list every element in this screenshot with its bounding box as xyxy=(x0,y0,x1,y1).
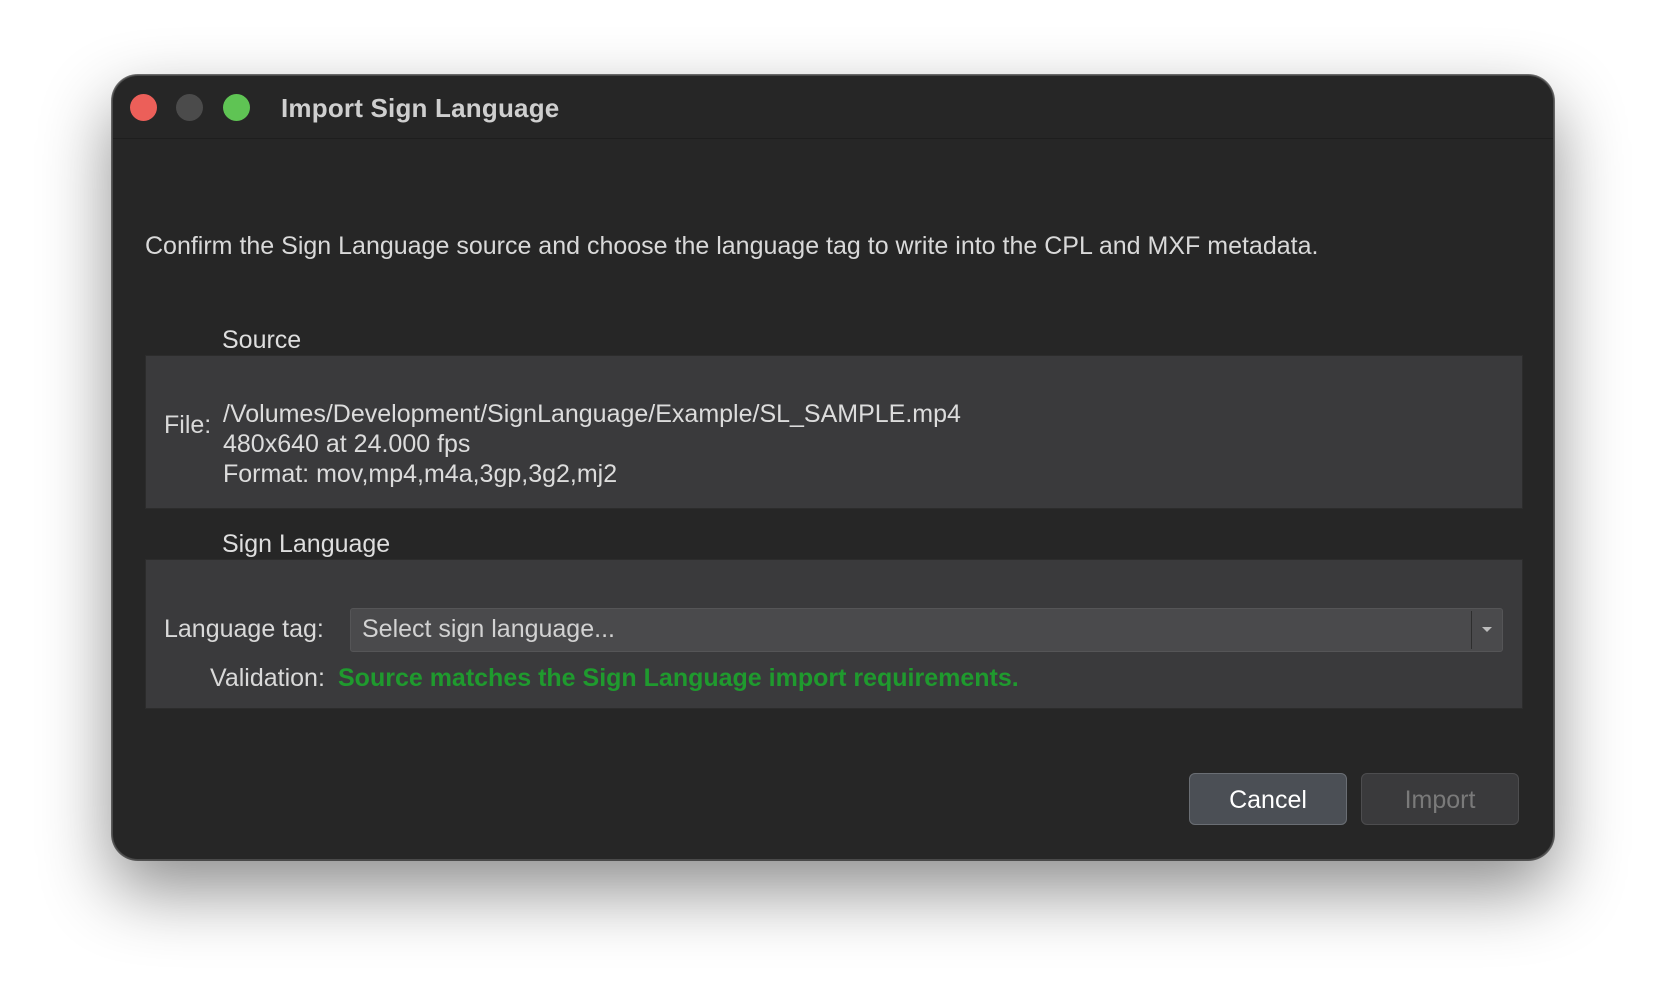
window-title: Import Sign Language xyxy=(281,93,560,123)
instructions-text: Confirm the Sign Language source and cho… xyxy=(145,232,1319,260)
language-tag-select[interactable]: Select sign language... xyxy=(350,608,1503,652)
close-window-icon[interactable] xyxy=(130,94,157,121)
validation-message: Source matches the Sign Language import … xyxy=(338,664,1019,692)
file-label: File: xyxy=(164,411,212,439)
file-path: /Volumes/Development/SignLanguage/Exampl… xyxy=(223,400,961,428)
import-button[interactable]: Import xyxy=(1361,773,1519,825)
minimize-window-icon[interactable] xyxy=(176,94,203,121)
sign-language-group-label: Sign Language xyxy=(222,530,391,558)
language-tag-placeholder: Select sign language... xyxy=(362,615,615,643)
import-sign-language-dialog: Import Sign Language Confirm the Sign La… xyxy=(112,75,1554,860)
zoom-window-icon[interactable] xyxy=(223,94,250,121)
file-format: Format: mov,mp4,m4a,3gp,3g2,mj2 xyxy=(223,460,618,488)
combo-divider xyxy=(1471,611,1472,649)
language-tag-label: Language tag: xyxy=(164,615,324,643)
file-resolution: 480x640 at 24.000 fps xyxy=(223,430,471,458)
validation-label: Validation: xyxy=(210,664,325,692)
cancel-button[interactable]: Cancel xyxy=(1189,773,1347,825)
title-bar: Import Sign Language xyxy=(113,76,1553,139)
source-group-label: Source xyxy=(222,326,302,354)
chevron-down-icon[interactable] xyxy=(1482,627,1492,632)
sign-language-group: Language tag: Select sign language... Va… xyxy=(145,559,1523,709)
source-group: File: /Volumes/Development/SignLanguage/… xyxy=(145,355,1523,509)
